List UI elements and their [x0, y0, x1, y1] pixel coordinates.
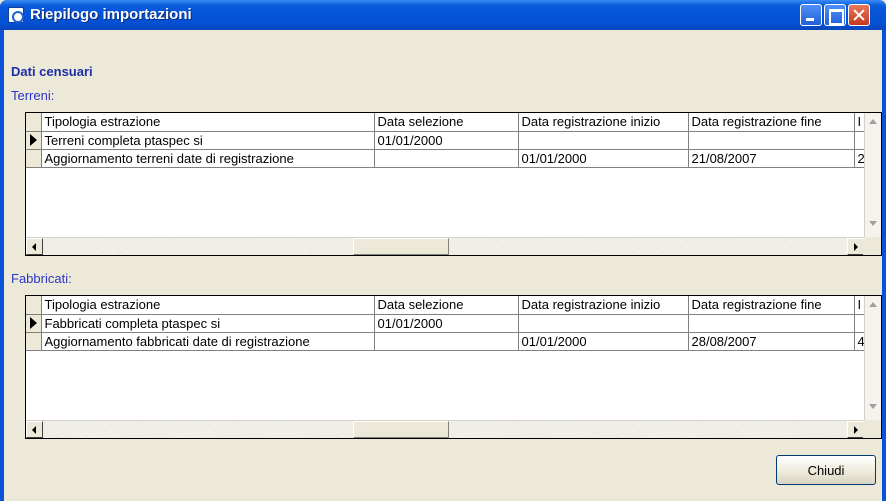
- cell[interactable]: [688, 314, 855, 333]
- terreni-label: Terreni:: [11, 88, 55, 103]
- scroll-down-icon[interactable]: [869, 221, 877, 226]
- close-button[interactable]: Chiudi: [776, 455, 876, 485]
- cell[interactable]: Terreni completa ptaspec si: [41, 131, 375, 150]
- column-header[interactable]: Tipologia estrazione: [41, 296, 375, 315]
- table-row[interactable]: Aggiornamento fabbricati date di registr…: [26, 332, 869, 351]
- scroll-thumb[interactable]: [353, 238, 449, 255]
- column-header[interactable]: Data registrazione inizio: [518, 296, 689, 315]
- cell[interactable]: Aggiornamento terreni date di registrazi…: [41, 149, 375, 168]
- fabbricati-grid[interactable]: Tipologia estrazione Data selezione Data…: [25, 295, 882, 439]
- column-header[interactable]: Data registrazione fine: [688, 113, 855, 132]
- column-header[interactable]: Tipologia estrazione: [41, 113, 375, 132]
- terreni-grid[interactable]: Tipologia estrazione Data selezione Data…: [25, 112, 882, 256]
- cell[interactable]: 01/01/2000: [518, 149, 689, 168]
- table-row[interactable]: Fabbricati completa ptaspec si 01/01/200…: [26, 314, 869, 333]
- vertical-scrollbar[interactable]: [864, 113, 881, 238]
- app-icon: [8, 7, 24, 23]
- terreni-table: Tipologia estrazione Data selezione Data…: [26, 113, 869, 168]
- column-header[interactable]: Data selezione: [374, 113, 519, 132]
- cell[interactable]: Fabbricati completa ptaspec si: [41, 314, 375, 333]
- cell[interactable]: 01/01/2000: [374, 131, 519, 150]
- client-area: Dati censuari Terreni: Tipologia estrazi…: [4, 30, 882, 501]
- table-header-row: Tipologia estrazione Data selezione Data…: [26, 296, 869, 315]
- scroll-right-icon[interactable]: [847, 238, 864, 255]
- cell[interactable]: 01/01/2000: [374, 314, 519, 333]
- cell[interactable]: [374, 149, 519, 168]
- scroll-corner: [863, 420, 881, 438]
- cell[interactable]: [374, 332, 519, 351]
- scroll-left-icon[interactable]: [26, 238, 43, 255]
- cell[interactable]: [688, 131, 855, 150]
- column-header[interactable]: Data registrazione fine: [688, 296, 855, 315]
- cell[interactable]: 01/01/2000: [518, 332, 689, 351]
- cell[interactable]: [518, 131, 689, 150]
- section-title: Dati censuari: [11, 64, 93, 79]
- cell[interactable]: Aggiornamento fabbricati date di registr…: [41, 332, 375, 351]
- row-indicator-icon: [26, 314, 42, 333]
- horizontal-scrollbar[interactable]: [26, 420, 864, 438]
- scroll-corner: [863, 237, 881, 255]
- scroll-left-icon[interactable]: [26, 421, 43, 438]
- column-header[interactable]: Data selezione: [374, 296, 519, 315]
- fabbricati-label: Fabbricati:: [11, 271, 72, 286]
- fabbricati-table: Tipologia estrazione Data selezione Data…: [26, 296, 869, 351]
- scroll-thumb[interactable]: [353, 421, 449, 438]
- cell[interactable]: 28/08/2007: [688, 332, 855, 351]
- minimize-icon[interactable]: [800, 4, 822, 26]
- window-title: Riepilogo importazioni: [30, 6, 192, 23]
- cell[interactable]: 21/08/2007: [688, 149, 855, 168]
- horizontal-scrollbar[interactable]: [26, 237, 864, 255]
- table-row[interactable]: Terreni completa ptaspec si 01/01/2000: [26, 131, 869, 150]
- scroll-up-icon[interactable]: [869, 302, 877, 307]
- table-header-row: Tipologia estrazione Data selezione Data…: [26, 113, 869, 132]
- table-row[interactable]: Aggiornamento terreni date di registrazi…: [26, 149, 869, 168]
- maximize-icon[interactable]: [824, 4, 846, 26]
- window: Riepilogo importazioni Dati censuari Ter…: [0, 0, 886, 501]
- cell[interactable]: [518, 314, 689, 333]
- row-indicator-icon: [26, 131, 42, 150]
- close-icon[interactable]: [848, 4, 870, 26]
- scroll-down-icon[interactable]: [869, 404, 877, 409]
- vertical-scrollbar[interactable]: [864, 296, 881, 421]
- title-bar[interactable]: Riepilogo importazioni: [0, 0, 886, 30]
- scroll-right-icon[interactable]: [847, 421, 864, 438]
- scroll-up-icon[interactable]: [869, 119, 877, 124]
- column-header[interactable]: Data registrazione inizio: [518, 113, 689, 132]
